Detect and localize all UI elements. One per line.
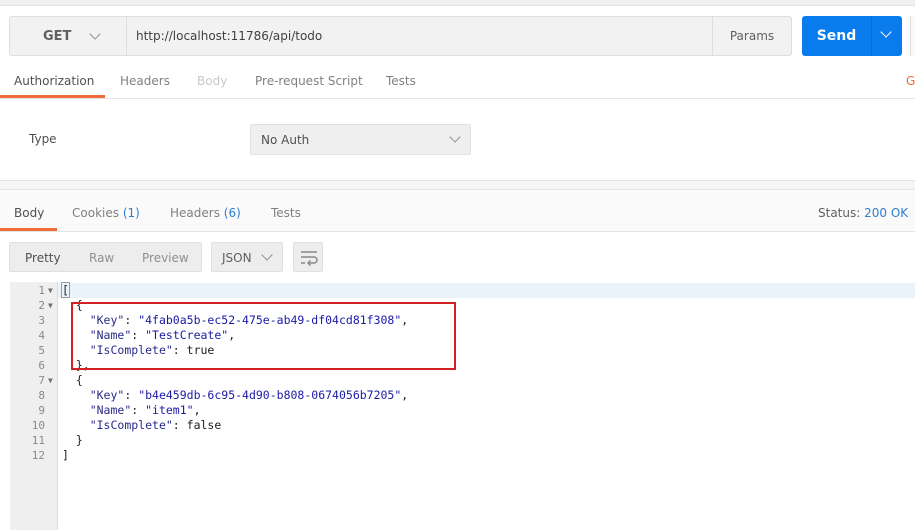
line-number: 7: [38, 374, 45, 387]
tab-cookies[interactable]: Cookies (1): [72, 206, 140, 220]
code-line: "IsComplete": true: [89, 343, 215, 357]
status-value[interactable]: 200 OK: [864, 206, 908, 220]
response-body-editor[interactable]: [ { "Key": "4fab0a5b-ec52-475e-ab49-df04…: [58, 282, 915, 530]
auth-type-select[interactable]: No Auth: [250, 124, 471, 155]
fold-arrow-icon[interactable]: ▼: [48, 283, 53, 298]
headers-count: (6): [223, 206, 241, 220]
code-line: "Name": "item1",: [89, 403, 201, 417]
code-punct: }: [75, 433, 83, 447]
code-punct: {: [75, 298, 83, 312]
line-number: 6: [38, 359, 45, 372]
line-number: 4: [38, 329, 45, 342]
active-line-highlight: [58, 283, 915, 298]
top-strip: [0, 0, 915, 6]
save-button-edge[interactable]: [910, 16, 915, 56]
tab-test-results[interactable]: Tests: [271, 206, 301, 220]
active-tab-indicator: [0, 95, 105, 98]
response-status: Status: 200 OK: [818, 206, 908, 220]
line-number: 12: [31, 449, 45, 462]
json-string: "b4e459db-6c95-4d90-b808-0674056b7205": [138, 388, 402, 402]
line-number: 2: [38, 299, 45, 312]
wrap-lines-button[interactable]: [293, 242, 323, 272]
response-tabs: Body Cookies (1) Headers (6) Tests Statu…: [0, 190, 915, 232]
active-tab-indicator: [0, 228, 57, 231]
line-number: 11: [31, 434, 45, 447]
code-punct: ]: [62, 448, 69, 462]
code-punct: },: [75, 358, 90, 372]
json-key: "IsComplete": [89, 343, 173, 357]
cookies-count: (1): [122, 206, 140, 220]
json-string: "item1": [145, 403, 194, 417]
line-number-gutter: 1 ▼ 2 ▼ 3 4 5 6 7 ▼ 8 9 10 11 12: [10, 282, 58, 530]
tab-pre-request-script[interactable]: Pre-request Script: [255, 74, 363, 88]
request-tabs: Authorization Headers Body Pre-request S…: [0, 64, 915, 99]
format-value: JSON: [222, 251, 252, 265]
code-punct: {: [75, 373, 83, 387]
chevron-down-icon: [449, 131, 461, 143]
format-select[interactable]: JSON: [211, 242, 283, 272]
send-options-button[interactable]: [871, 16, 902, 56]
view-mode-toggle: Pretty Raw Preview: [9, 242, 202, 272]
method-label: GET: [43, 29, 72, 44]
json-boolean: false: [186, 418, 222, 432]
code-line: }: [62, 433, 83, 448]
line-number: 8: [38, 389, 45, 402]
chevron-down-icon: [880, 26, 892, 38]
auth-type-value: No Auth: [261, 133, 310, 147]
chevron-down-icon: [89, 28, 101, 40]
tab-response-headers[interactable]: Headers (6): [170, 206, 241, 220]
line-number: 1: [38, 284, 45, 297]
method-select[interactable]: GET: [9, 16, 126, 56]
code-punct: [: [61, 282, 70, 298]
json-string: "4fab0a5b-ec52-475e-ab49-df04cd81f308": [138, 313, 402, 327]
json-key: "Key": [89, 388, 125, 402]
url-input[interactable]: http://localhost:11786/api/todo: [126, 16, 713, 56]
json-key: "Name": [89, 403, 132, 417]
line-number: 5: [38, 344, 45, 357]
view-pretty-button[interactable]: Pretty: [25, 251, 61, 265]
tab-headers[interactable]: Headers: [120, 74, 170, 88]
line-number: 10: [31, 419, 45, 432]
code-line: "Name": "TestCreate",: [89, 328, 236, 342]
code-line: "IsComplete": false: [89, 418, 222, 432]
code-line: [: [61, 282, 70, 298]
line-number: 3: [38, 314, 45, 327]
tab-response-body[interactable]: Body: [14, 206, 44, 220]
tab-headers-label: Headers: [170, 206, 220, 220]
auth-type-label: Type: [29, 132, 57, 146]
line-number: 9: [38, 404, 45, 417]
code-line: },: [62, 358, 90, 373]
code-line: ]: [62, 448, 69, 463]
json-string: "TestCreate": [145, 328, 229, 342]
wrap-lines-icon: [301, 251, 318, 267]
json-key: "Name": [89, 328, 132, 342]
edge-link[interactable]: G: [906, 74, 915, 88]
view-preview-button[interactable]: Preview: [142, 251, 189, 265]
section-divider: [0, 180, 915, 190]
view-raw-button[interactable]: Raw: [89, 251, 114, 265]
params-button[interactable]: Params: [712, 16, 792, 56]
tab-cookies-label: Cookies: [72, 206, 119, 220]
json-key: "Key": [89, 313, 125, 327]
code-line: {: [62, 373, 83, 388]
send-button[interactable]: Send: [802, 16, 871, 56]
code-line: "Key": "4fab0a5b-ec52-475e-ab49-df04cd81…: [89, 313, 409, 327]
url-text: http://localhost:11786/api/todo: [136, 29, 323, 43]
code-line: "Key": "b4e459db-6c95-4d90-b808-0674056b…: [89, 388, 409, 402]
code-line: {: [62, 298, 83, 313]
tab-authorization[interactable]: Authorization: [14, 74, 94, 88]
chevron-down-icon: [261, 249, 273, 261]
fold-arrow-icon[interactable]: ▼: [48, 373, 53, 388]
status-label: Status:: [818, 206, 861, 220]
fold-arrow-icon[interactable]: ▼: [48, 298, 53, 313]
tab-body[interactable]: Body: [197, 74, 227, 88]
json-boolean: true: [186, 343, 215, 357]
json-key: "IsComplete": [89, 418, 173, 432]
tab-tests[interactable]: Tests: [386, 74, 416, 88]
